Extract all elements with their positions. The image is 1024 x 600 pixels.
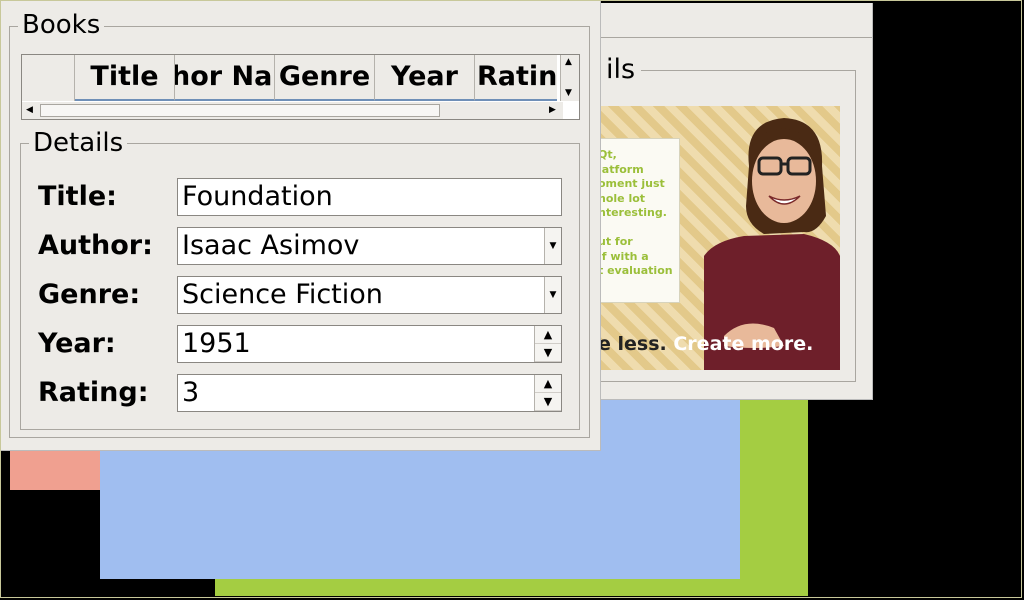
author-label: Author:: [38, 230, 153, 261]
tagline-light: Create more.: [666, 333, 814, 355]
books-table[interactable]: Title hor Na Genre Year Rating ▲ ▼ ◀ ▶: [21, 54, 580, 120]
horizontal-scrollbar[interactable]: ◀ ▶: [22, 102, 563, 119]
smiling-man-photo: [704, 118, 840, 370]
separator-line: [600, 37, 872, 38]
rating-spinbox[interactable]: 3 ▲ ▼: [177, 374, 562, 412]
vertical-scrollbar[interactable]: ▲ ▼: [560, 55, 579, 101]
poster-card-text: Qt, latform oment just hole lot nteresti…: [600, 148, 673, 277]
column-header-title[interactable]: Title: [75, 55, 175, 101]
poster-tagline: e less. Create more.: [600, 332, 813, 356]
year-spinbox[interactable]: 1951 ▲ ▼: [177, 325, 562, 363]
tagline-dark: e less.: [600, 333, 667, 355]
author-dropdown-arrow-icon[interactable]: ▼: [544, 228, 561, 264]
back-group-title: ils: [600, 55, 642, 85]
rating-increment-icon[interactable]: ▲: [535, 375, 561, 393]
back-details-window: ils Qt, latform oment just hole lot nter…: [560, 3, 873, 400]
year-label: Year:: [38, 328, 116, 359]
title-field-value: Foundation: [182, 181, 333, 212]
details-group-title: Details: [29, 128, 128, 158]
column-header-rating[interactable]: Rating: [475, 55, 557, 101]
column-header-genre[interactable]: Genre: [275, 55, 375, 101]
title-label: Title:: [38, 181, 117, 212]
year-increment-icon[interactable]: ▲: [535, 326, 561, 344]
genre-label: Genre:: [38, 279, 141, 310]
column-header-author[interactable]: hor Na: [175, 55, 275, 101]
books-group-title: Books: [18, 10, 105, 40]
rating-spin-buttons[interactable]: ▲ ▼: [534, 375, 561, 411]
column-header-year[interactable]: Year: [375, 55, 475, 101]
rating-spinbox-value: 3: [182, 377, 200, 408]
year-spin-buttons[interactable]: ▲ ▼: [534, 326, 561, 362]
rating-label: Rating:: [38, 377, 149, 408]
table-header: Title hor Na Genre Year Rating: [22, 55, 557, 101]
horizontal-scroll-thumb[interactable]: [40, 104, 440, 117]
genre-combobox[interactable]: Science Fiction ▼: [177, 276, 562, 314]
qt-poster-image: Qt, latform oment just hole lot nteresti…: [600, 106, 840, 370]
scroll-right-arrow-icon[interactable]: ▶: [549, 106, 556, 115]
rating-decrement-icon[interactable]: ▼: [535, 393, 561, 411]
year-spinbox-value: 1951: [182, 328, 251, 359]
scroll-left-arrow-icon[interactable]: ◀: [26, 106, 33, 115]
genre-combobox-value: Science Fiction: [182, 279, 383, 310]
title-field[interactable]: Foundation: [177, 178, 562, 216]
genre-dropdown-arrow-icon[interactable]: ▼: [544, 277, 561, 313]
author-combobox-value: Isaac Asimov: [182, 230, 360, 261]
table-corner-button[interactable]: [22, 55, 75, 101]
scroll-up-arrow-icon[interactable]: ▲: [565, 58, 572, 67]
year-decrement-icon[interactable]: ▼: [535, 344, 561, 362]
author-combobox[interactable]: Isaac Asimov ▼: [177, 227, 562, 265]
books-window: Books Title hor Na Genre Year Rating ▲ ▼…: [0, 0, 601, 451]
scroll-down-arrow-icon[interactable]: ▼: [565, 89, 572, 98]
